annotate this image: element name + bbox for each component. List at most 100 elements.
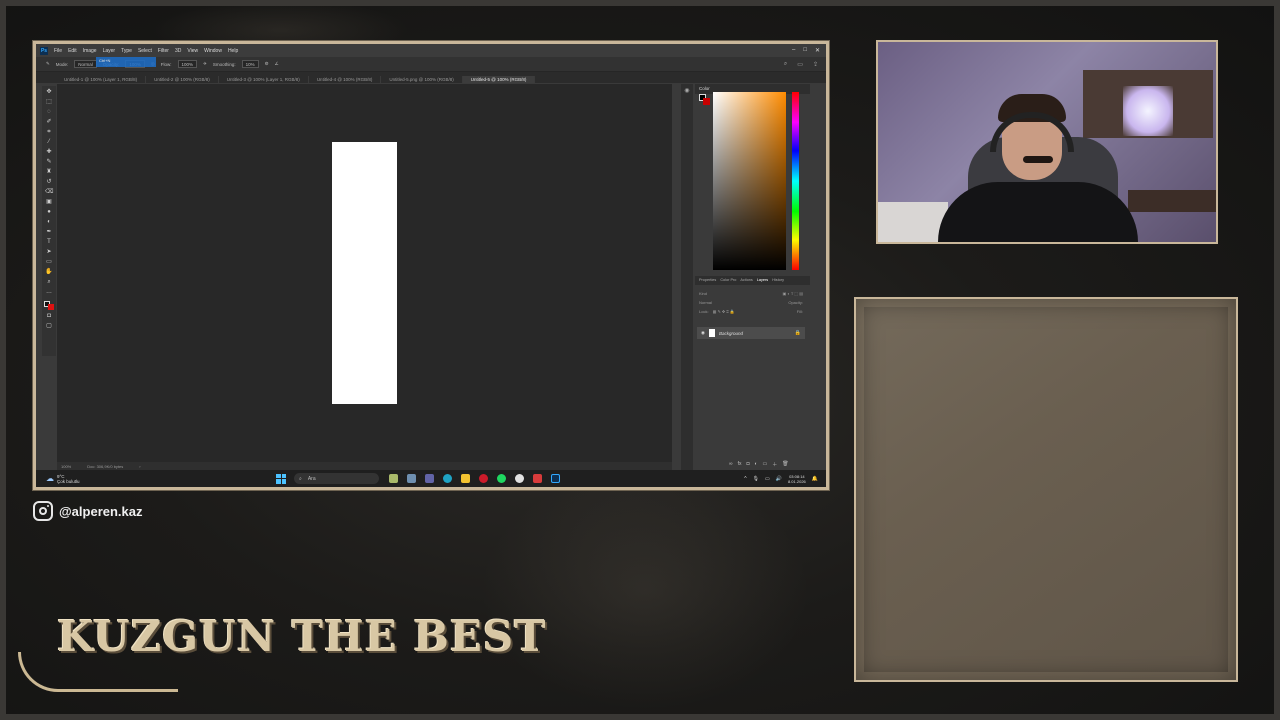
menu-type[interactable]: Type — [121, 48, 132, 54]
doc-tab[interactable]: Untitled-5.png @ 100% (RGB/8) — [381, 76, 463, 83]
tab-layers[interactable]: Layers — [757, 278, 768, 283]
menu-3d[interactable]: 3D — [175, 48, 181, 54]
tab-properties[interactable]: Properties — [699, 278, 716, 283]
doc-tab[interactable]: Untitled-4 @ 100% (RGB/8) — [309, 76, 382, 83]
pen-tool-icon[interactable]: ✒ — [45, 228, 53, 236]
mode-select[interactable]: Normal — [74, 60, 97, 68]
opera-icon[interactable] — [479, 474, 488, 483]
menu-select[interactable]: Select — [138, 48, 152, 54]
panel-strip-icon[interactable]: ◉ — [681, 87, 693, 94]
more-tools-icon[interactable]: … — [45, 288, 53, 296]
background-color-swatch[interactable] — [48, 304, 54, 310]
photoshop-taskbar-icon[interactable] — [551, 474, 560, 483]
lock-icons[interactable]: ▦ ✎ ✥ ⌗ 🔒 — [713, 309, 735, 314]
history-brush-icon[interactable]: ↺ — [45, 178, 53, 186]
lasso-tool-icon[interactable]: ◌ — [45, 108, 53, 116]
layer-row-background[interactable]: ◉ Background 🔒 — [697, 327, 805, 339]
network-icon[interactable]: ▭ — [765, 476, 770, 482]
hand-tool-icon[interactable]: ✋ — [45, 268, 53, 276]
visibility-eye-icon[interactable]: ◉ — [701, 330, 705, 336]
file-menu-dropdown-hint[interactable]: Ctrl+N — [96, 57, 156, 67]
zoom-level[interactable]: 100% — [61, 464, 71, 469]
menu-filter[interactable]: Filter — [158, 48, 169, 54]
delete-layer-icon[interactable]: 🗑 — [782, 461, 788, 468]
close-icon[interactable]: ✕ — [815, 47, 820, 54]
tab-history[interactable]: History — [772, 278, 784, 283]
blur-tool-icon[interactable]: ● — [45, 208, 53, 216]
layer-name[interactable]: Background — [719, 331, 743, 336]
brush-tool-icon[interactable]: ✎ — [46, 61, 50, 67]
blend-mode-select[interactable]: Normal — [699, 300, 712, 305]
canvas-area[interactable] — [57, 84, 672, 462]
crop-tool-icon[interactable]: ⌗ — [45, 128, 53, 136]
notifications-icon[interactable]: 🔔 — [812, 476, 818, 482]
rectangle-tool-icon[interactable]: ▭ — [45, 258, 53, 266]
smoothing-settings-icon[interactable]: ⚙ — [265, 61, 269, 67]
menu-file[interactable]: File — [54, 48, 62, 54]
link-layers-icon[interactable]: ∞ — [729, 461, 733, 468]
edge-icon[interactable] — [443, 474, 452, 483]
airbrush-icon[interactable]: ✈ — [203, 61, 207, 67]
eyedropper-tool-icon[interactable]: ⁄ — [45, 138, 53, 146]
spotify-icon[interactable] — [497, 474, 506, 483]
share-icon[interactable]: ⇪ — [813, 61, 818, 68]
app-red-icon[interactable] — [533, 474, 542, 483]
doc-tab[interactable]: Untitled-1 @ 100% (Layer 1, RGB/8) — [56, 76, 147, 83]
menu-view[interactable]: View — [187, 48, 198, 54]
minimize-icon[interactable]: – — [792, 47, 795, 54]
flow-input[interactable]: 100% — [177, 60, 198, 68]
dodge-tool-icon[interactable]: ◐ — [45, 218, 53, 226]
clock[interactable]: 03:08:14 8.01.2026 — [788, 474, 806, 484]
color-swatches[interactable] — [44, 301, 54, 310]
quick-mask-icon[interactable]: ◘ — [45, 312, 53, 320]
smoothing-input[interactable]: 10% — [241, 60, 259, 68]
brush-angle-icon[interactable]: ∠ — [275, 61, 279, 67]
menu-image[interactable]: Image — [83, 48, 97, 54]
menu-help[interactable]: Help — [228, 48, 238, 54]
adjustment-icon[interactable]: ◐ — [755, 461, 758, 468]
fx-icon[interactable]: fx — [738, 461, 742, 468]
panel-background-swatch[interactable] — [703, 98, 710, 105]
healing-tool-icon[interactable]: ✚ — [45, 148, 53, 156]
filter-icons[interactable]: ▣ ◐ T ⬚ ▤ — [783, 291, 804, 296]
menu-window[interactable]: Window — [204, 48, 222, 54]
new-layer-icon[interactable]: ＋ — [772, 461, 777, 468]
gradient-tool-icon[interactable]: ▣ — [45, 198, 53, 206]
taskbar-search[interactable]: ⌕ Ara — [294, 473, 379, 484]
maximize-icon[interactable]: □ — [803, 47, 807, 54]
layer-kind-filter[interactable]: Kind — [699, 291, 707, 296]
search-icon[interactable]: ⌕ — [784, 61, 787, 68]
tab-color-pro[interactable]: Color Pro — [720, 278, 736, 283]
marquee-tool-icon[interactable]: ⬚ — [45, 98, 53, 106]
widgets-icon[interactable] — [389, 474, 398, 483]
doc-tab[interactable]: Untitled-2 @ 100% (RGB/8) — [146, 76, 219, 83]
menu-layer[interactable]: Layer — [103, 48, 116, 54]
weather-widget[interactable]: ☁ 9°C Çok bulutlu — [36, 474, 276, 484]
doc-tab[interactable]: Untitled-3 @ 100% (Layer 1, RGB/8) — [219, 76, 309, 83]
teams-icon[interactable] — [425, 474, 434, 483]
menu-edit[interactable]: Edit — [68, 48, 77, 54]
type-tool-icon[interactable]: T — [45, 238, 53, 246]
color-field[interactable] — [713, 92, 786, 270]
path-select-tool-icon[interactable]: ➤ — [45, 248, 53, 256]
status-chevron-icon[interactable]: › — [139, 464, 140, 469]
task-view-icon[interactable] — [407, 474, 416, 483]
tab-actions[interactable]: Actions — [740, 278, 752, 283]
zoom-tool-icon[interactable]: ⌕ — [45, 278, 53, 286]
eraser-tool-icon[interactable]: ⌫ — [45, 188, 53, 196]
document-canvas[interactable] — [332, 142, 397, 404]
microphone-icon[interactable]: 🎙 — [753, 476, 759, 482]
volume-icon[interactable]: 🔊 — [776, 476, 782, 482]
chevron-up-icon[interactable]: ^ — [744, 476, 746, 482]
doc-tab-active[interactable]: Untitled-5 @ 100% (RGB/8) — [462, 76, 536, 83]
workspace-icon[interactable]: ▭ — [797, 61, 803, 68]
steam-icon[interactable] — [515, 474, 524, 483]
screen-mode-icon[interactable]: ▢ — [45, 322, 53, 330]
group-icon[interactable]: ▭ — [763, 461, 768, 468]
windows-start-icon[interactable] — [276, 473, 286, 484]
move-tool-icon[interactable]: ✥ — [45, 88, 53, 96]
file-explorer-icon[interactable] — [461, 474, 470, 483]
stamp-tool-icon[interactable]: ♜ — [45, 168, 53, 176]
hue-slider[interactable] — [792, 92, 799, 270]
brush-tool-icon[interactable]: ✎ — [45, 158, 53, 166]
